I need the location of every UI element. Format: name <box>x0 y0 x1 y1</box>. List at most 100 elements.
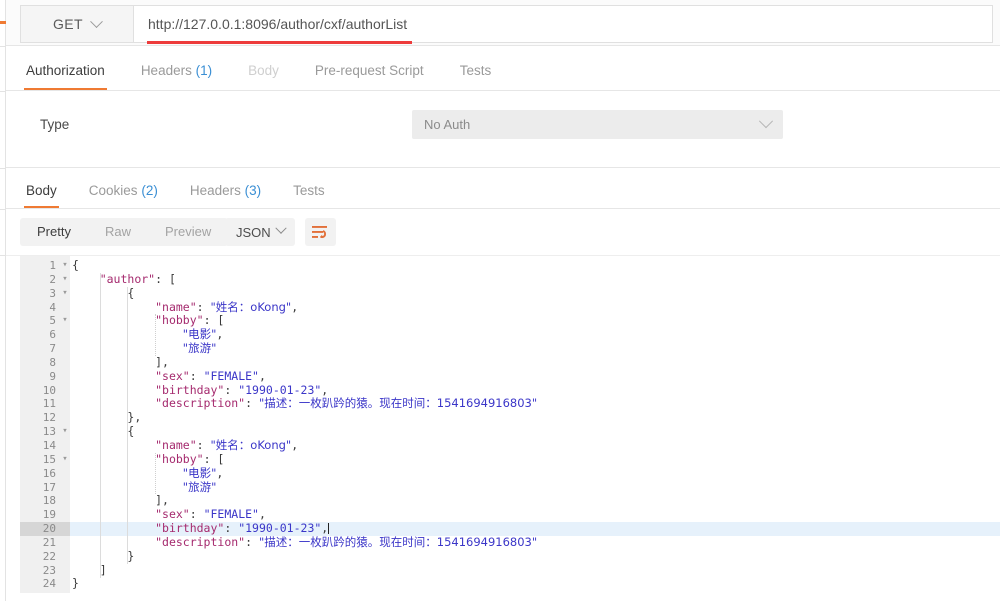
response-body-editor[interactable]: 1▾{2 ▾ "author": [ 3 ▾ {4 "name": "姓名：oKong… <box>6 255 1000 601</box>
code-line[interactable]: 18 ], <box>20 494 1000 508</box>
fold-toggle-icon[interactable]: ▾ <box>60 453 70 467</box>
fold-toggle-icon[interactable]: ▾ <box>60 425 70 439</box>
code-text: "description": "描述：一枚趴趻的猿。现在时间：154169491… <box>72 397 537 411</box>
code-text: "电影", <box>72 467 223 481</box>
token-punct: : <box>190 369 204 383</box>
line-number: 18 <box>20 494 56 508</box>
code-text: "description": "描述：一枚趴趻的猿。现在时间：154169491… <box>72 536 537 550</box>
token-key: "birthday" <box>155 383 224 397</box>
view-mode-raw[interactable]: Raw <box>88 218 148 246</box>
line-number: 10 <box>20 384 56 398</box>
code-line[interactable]: 7 "旅游" <box>20 342 1000 356</box>
line-number: 6 <box>20 328 56 342</box>
tab-pre-request-script-label: Pre-request Script <box>315 63 424 78</box>
tab-headers-request[interactable]: Headers (1) <box>141 63 212 90</box>
view-mode-preview[interactable]: Preview <box>148 218 228 246</box>
code-line[interactable]: 12 }, <box>20 411 1000 425</box>
indent-guide <box>127 287 128 564</box>
tab-body-request[interactable]: Body <box>248 63 279 90</box>
code-line[interactable]: 4 "name": "姓名：oKong", <box>20 301 1000 315</box>
fold-toggle-icon[interactable]: ▾ <box>60 273 70 287</box>
line-number: 19 <box>20 508 56 522</box>
chevron-down-icon <box>759 114 773 128</box>
line-number: 2 <box>20 273 56 287</box>
request-tab-bar: Authorization Headers (1) Body Pre-reque… <box>6 46 1000 91</box>
token-key: "author" <box>100 272 155 286</box>
code-line[interactable]: 8 ], <box>20 356 1000 370</box>
code-line[interactable]: 23 ] <box>20 564 1000 578</box>
tab-cookies-label: Cookies <box>89 183 138 198</box>
code-line[interactable]: 5▾ "hobby": [ <box>20 314 1000 328</box>
token-punct: { <box>72 258 79 272</box>
token-str: "电影" <box>183 327 217 341</box>
code-text: ], <box>72 356 169 370</box>
tab-tests-response[interactable]: Tests <box>293 183 325 208</box>
response-tab-bar: Body Cookies (2) Headers (3) Tests <box>6 168 1000 209</box>
tab-cookies[interactable]: Cookies (2) <box>89 183 158 208</box>
code-line[interactable]: 6 "电影", <box>20 328 1000 342</box>
http-method-label: GET <box>53 16 83 32</box>
code-line[interactable]: 1▾{ <box>20 259 1000 273</box>
code-line[interactable]: 11 "description": "描述：一枚趴趻的猿。现在时间：154169… <box>20 397 1000 411</box>
code-line[interactable]: 17 "旅游" <box>20 481 1000 495</box>
line-number: 3 <box>20 287 56 301</box>
code-line[interactable]: 21 "description": "描述：一枚趴趻的猿。现在时间：154169… <box>20 536 1000 550</box>
url-input[interactable]: http://127.0.0.1:8096/author/cxf/authorL… <box>133 5 993 43</box>
token-punct: : [ <box>155 272 176 286</box>
tab-authorization[interactable]: Authorization <box>26 63 105 90</box>
code-line[interactable]: 14 "name": "姓名：oKong", <box>20 439 1000 453</box>
line-code-background <box>70 411 1000 425</box>
code-text: ] <box>72 564 107 578</box>
tab-headers-response[interactable]: Headers (3) <box>190 183 261 208</box>
http-method-selector[interactable]: GET <box>20 5 133 43</box>
code-line[interactable]: 2 ▾ "author": [ <box>20 273 1000 287</box>
tab-body-response[interactable]: Body <box>26 183 57 208</box>
code-line[interactable]: 16 "电影", <box>20 467 1000 481</box>
token-punct: , <box>291 438 298 452</box>
code-line[interactable]: 10 "birthday": "1990-01-23", <box>20 384 1000 398</box>
code-line[interactable]: 15▾ "hobby": [ <box>20 453 1000 467</box>
response-format-select[interactable]: JSON <box>225 218 295 246</box>
token-punct: : <box>197 438 211 452</box>
line-code-background <box>70 550 1000 564</box>
code-line[interactable]: 19 "sex": "FEMALE", <box>20 508 1000 522</box>
tab-tests-request[interactable]: Tests <box>460 63 492 90</box>
line-code-background <box>70 273 1000 287</box>
tab-headers-response-label: Headers <box>190 183 241 198</box>
indent-guide <box>155 453 156 495</box>
token-key: "hobby" <box>155 452 203 466</box>
code-line[interactable]: 22 } <box>20 550 1000 564</box>
line-code-background <box>70 259 1000 273</box>
editor-code-area[interactable]: 1▾{2 ▾ "author": [ 3 ▾ {4 "name": "姓名：oKong… <box>20 259 1000 591</box>
fold-toggle-icon[interactable]: ▾ <box>60 287 70 301</box>
tab-tests-request-label: Tests <box>460 63 492 78</box>
code-line[interactable]: 9 "sex": "FEMALE", <box>20 370 1000 384</box>
token-str: "1990-01-23" <box>238 521 321 535</box>
code-text: "birthday": "1990-01-23", <box>72 522 329 536</box>
line-number: 5 <box>20 314 56 328</box>
token-punct: ] <box>100 563 107 577</box>
token-punct: : <box>224 383 238 397</box>
code-line[interactable]: 3▾ { <box>20 287 1000 301</box>
view-mode-pretty[interactable]: Pretty <box>20 218 88 246</box>
token-punct: , <box>259 507 266 521</box>
code-line[interactable]: 20 "birthday": "1990-01-23", <box>20 522 1000 536</box>
wrap-text-icon <box>312 225 329 239</box>
tab-pre-request-script[interactable]: Pre-request Script <box>315 63 424 90</box>
tab-headers-request-count: (1) <box>196 63 213 78</box>
wrap-text-button[interactable] <box>305 218 336 246</box>
auth-type-select[interactable]: No Auth <box>412 110 783 139</box>
fold-toggle-icon[interactable]: ▾ <box>60 259 70 273</box>
fold-toggle-icon[interactable]: ▾ <box>60 314 70 328</box>
code-line[interactable]: 13▾ { <box>20 425 1000 439</box>
line-number: 14 <box>20 439 56 453</box>
token-punct: ], <box>155 493 169 507</box>
line-code-background <box>70 564 1000 578</box>
line-number: 20 <box>20 522 56 536</box>
code-text: "旅游" <box>72 481 216 495</box>
token-key: "description" <box>155 396 245 410</box>
token-str: "FEMALE" <box>204 369 259 383</box>
postman-window: GET http://127.0.0.1:8096/author/cxf/aut… <box>0 0 1000 601</box>
token-str: "旅游" <box>183 341 217 355</box>
code-line[interactable]: 24} <box>20 577 1000 591</box>
